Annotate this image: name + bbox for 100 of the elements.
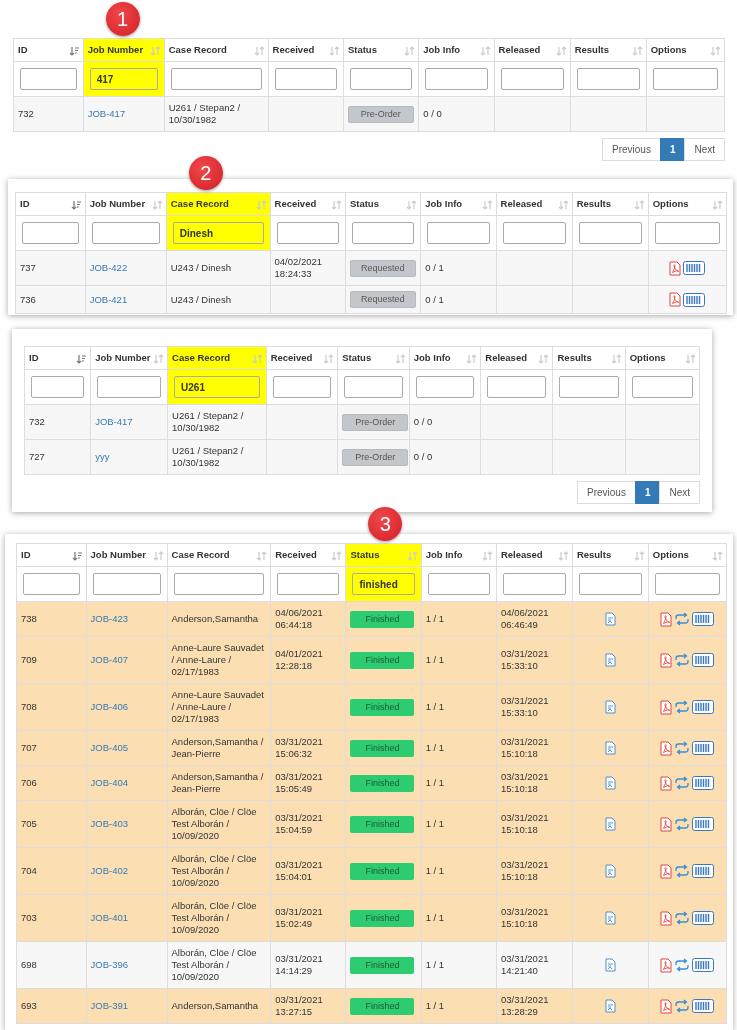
barcode-icon[interactable] [683, 261, 706, 275]
column-header[interactable]: Results [553, 346, 626, 370]
column-header[interactable]: ID [16, 543, 87, 567]
document-icon[interactable] [604, 999, 616, 1013]
filter-field[interactable] [500, 68, 564, 90]
pdf-icon[interactable] [660, 910, 673, 926]
sync-icon[interactable] [674, 612, 691, 626]
column-header[interactable]: Status [345, 192, 421, 216]
filter-field[interactable] [20, 68, 77, 90]
job-link[interactable]: JOB-421 [89, 293, 128, 305]
barcode-icon[interactable] [692, 700, 715, 714]
document-icon[interactable] [604, 817, 616, 831]
sync-icon[interactable] [674, 817, 691, 831]
job-link[interactable]: JOB-401 [90, 912, 129, 923]
filter-field[interactable] [578, 222, 642, 244]
filter-field[interactable] [274, 68, 337, 90]
pdf-icon[interactable] [660, 998, 673, 1014]
column-header[interactable]: Received [266, 346, 338, 370]
filter-field[interactable] [22, 222, 79, 244]
barcode-icon[interactable] [692, 958, 715, 972]
column-header[interactable]: Results [570, 38, 647, 62]
filter-field[interactable] [502, 573, 566, 595]
column-header[interactable]: Status [343, 38, 419, 62]
job-link[interactable]: JOB-405 [90, 742, 129, 753]
document-icon[interactable] [604, 653, 616, 667]
filter-field[interactable] [654, 222, 720, 244]
column-header[interactable]: Received [270, 192, 346, 216]
filter-field[interactable]: 417 [89, 68, 158, 90]
filter-field[interactable] [92, 573, 161, 595]
filter-field[interactable] [173, 573, 265, 595]
filter-field[interactable] [425, 68, 488, 90]
page-button[interactable]: Previous [601, 138, 661, 161]
filter-field[interactable] [427, 573, 490, 595]
document-icon[interactable] [604, 612, 616, 626]
pdf-icon[interactable] [660, 611, 673, 627]
filter-field[interactable] [652, 68, 718, 90]
column-header[interactable]: Received [268, 38, 344, 62]
filter-field[interactable] [415, 376, 475, 398]
filter-field[interactable] [23, 573, 80, 595]
column-header[interactable]: Results [572, 543, 649, 567]
filter-field[interactable] [276, 222, 339, 244]
page-button[interactable]: Next [659, 481, 700, 504]
column-header[interactable]: Case Record [164, 38, 268, 62]
column-header[interactable]: ID [15, 192, 86, 216]
column-header[interactable]: Results [572, 192, 649, 216]
filter-field[interactable] [487, 376, 547, 398]
filter-field[interactable] [91, 222, 160, 244]
filter-field[interactable] [427, 222, 490, 244]
column-header[interactable]: Job Info [421, 543, 497, 567]
job-link[interactable]: JOB-417 [95, 416, 133, 427]
job-link[interactable]: JOB-423 [90, 613, 129, 624]
document-icon[interactable] [604, 776, 616, 790]
filter-field[interactable] [344, 376, 403, 398]
barcode-icon[interactable] [683, 292, 706, 307]
job-link[interactable]: JOB-391 [90, 1000, 129, 1011]
filter-field[interactable] [502, 222, 566, 244]
sort-icon[interactable] [70, 200, 82, 210]
pdf-icon[interactable] [660, 957, 673, 973]
job-link[interactable]: JOB-417 [87, 108, 126, 119]
pdf-icon[interactable] [669, 260, 682, 276]
pdf-icon[interactable] [660, 652, 673, 668]
barcode-icon[interactable] [692, 817, 715, 831]
pdf-icon[interactable] [660, 740, 673, 756]
filter-field[interactable] [277, 573, 340, 595]
column-header[interactable]: Status [337, 346, 410, 370]
sort-icon[interactable] [68, 46, 80, 56]
page-button[interactable]: Next [684, 138, 725, 161]
column-header[interactable]: Options [648, 543, 727, 567]
filter-field[interactable] [97, 376, 162, 398]
filter-field[interactable] [559, 376, 619, 398]
barcode-icon[interactable] [692, 741, 715, 755]
job-link[interactable]: JOB-407 [90, 654, 129, 665]
barcode-icon[interactable] [692, 864, 715, 878]
pdf-icon[interactable] [660, 863, 673, 879]
pdf-icon[interactable] [660, 816, 673, 832]
job-link[interactable]: JOB-403 [90, 818, 129, 829]
filter-field[interactable] [31, 376, 85, 398]
filter-field[interactable] [349, 68, 413, 90]
column-header[interactable]: Released [496, 192, 573, 216]
column-header[interactable]: ID [13, 38, 84, 62]
column-header[interactable]: Job Info [420, 192, 497, 216]
filter-field[interactable] [578, 573, 642, 595]
filter-field[interactable] [654, 573, 720, 595]
column-header[interactable]: Job Info [418, 38, 495, 62]
job-link[interactable]: JOB-402 [90, 865, 129, 876]
document-icon[interactable] [604, 864, 616, 878]
column-header[interactable]: Job Number [90, 346, 168, 370]
column-header[interactable]: ID [24, 346, 91, 370]
page-button[interactable]: Previous [576, 481, 636, 504]
sort-icon[interactable] [76, 354, 88, 364]
barcode-icon[interactable] [692, 999, 715, 1013]
barcode-icon[interactable] [692, 612, 715, 626]
filter-field[interactable] [576, 68, 640, 90]
column-header[interactable]: Case Record [167, 543, 271, 567]
column-header[interactable]: Options [646, 38, 725, 62]
sync-icon[interactable] [674, 776, 691, 790]
job-link[interactable]: yyy [95, 451, 110, 462]
sync-icon[interactable] [674, 958, 691, 972]
filter-field[interactable]: U261 [174, 376, 260, 398]
column-header[interactable]: Options [625, 346, 700, 370]
